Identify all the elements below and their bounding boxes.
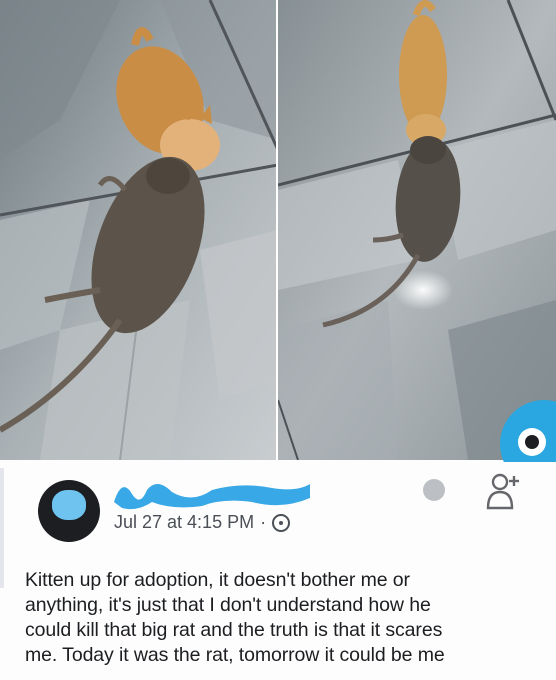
author-name-redacted[interactable] [112,472,312,512]
photo-collage [0,0,556,460]
post-text-line: Kitten up for adoption, it doesn't bothe… [25,569,410,591]
post-timestamp[interactable]: Jul 27 at 4:15 PM [114,512,254,533]
photo-right-image [278,0,556,460]
photo-left-image [0,0,278,460]
post-text-line: anything, it's just that I don't underst… [25,594,431,616]
add-friend-icon[interactable] [484,468,524,512]
post-text-line: could kill that big rat and the truth is… [25,619,443,641]
post-card: Jul 27 at 4:15 PM · Kitten up for adopti… [0,460,556,680]
status-badge [423,479,445,501]
post-left-rail [0,468,4,588]
photo-left[interactable] [0,0,278,460]
photo-right[interactable] [278,0,556,460]
avatar[interactable] [38,480,100,542]
post-text: Kitten up for adoption, it doesn't bothe… [25,568,545,668]
post-meta: Jul 27 at 4:15 PM · [114,512,291,533]
globe-icon [272,513,291,532]
post-text-line: me. Today it was the rat, tomorrow it co… [25,644,445,666]
messenger-bubble-icon[interactable] [498,398,556,462]
meta-separator: · [260,512,267,532]
avatar-image [52,490,86,520]
